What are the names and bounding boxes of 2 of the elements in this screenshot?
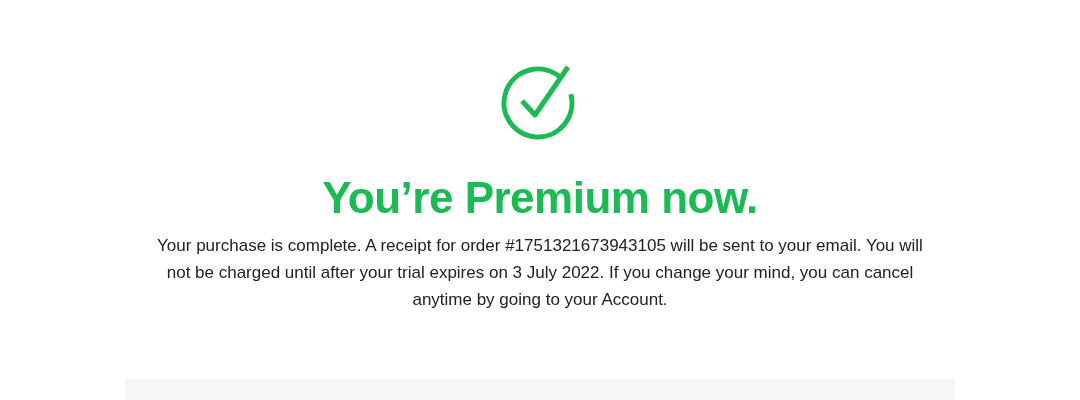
confirmation-message: Your purchase is complete. A receipt for order #1751321673943105 will be sent to your email. You will not be charged until after your trial expires on 3 July 2022. If you change your mind, you can cancel anytime by going to your Account. <box>156 235 924 311</box>
heading: You’re Premium now. <box>322 172 758 224</box>
